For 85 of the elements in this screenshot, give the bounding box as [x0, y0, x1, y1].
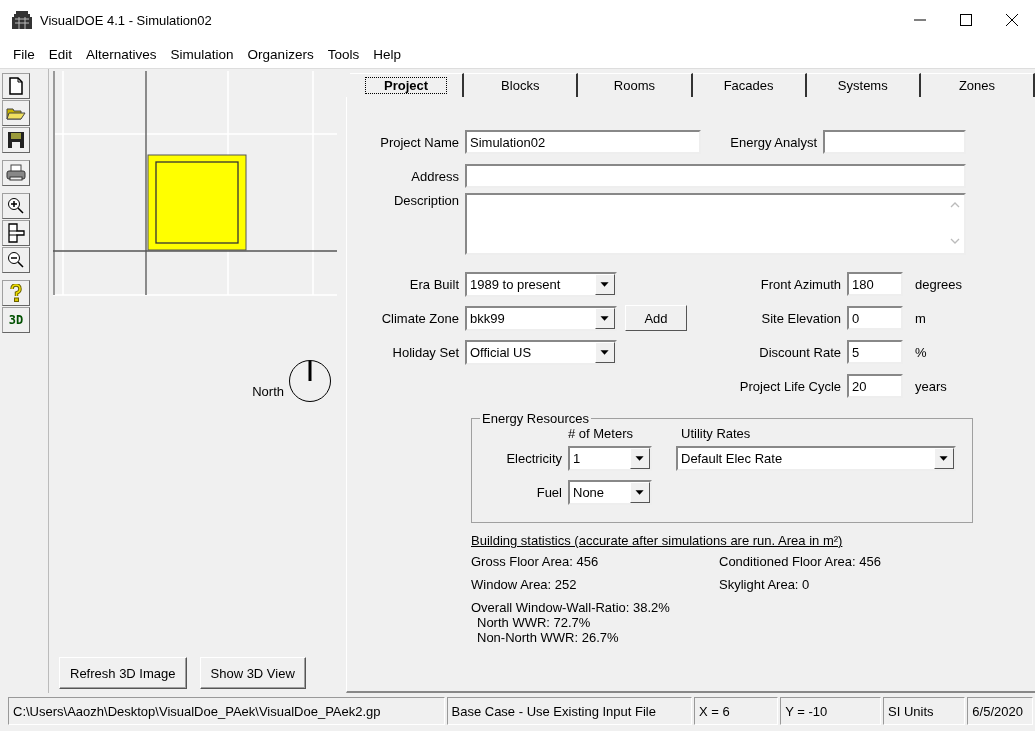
field-label: Energy Analyst [729, 134, 818, 150]
field-label: Fuel [535, 484, 563, 500]
toolbar-button[interactable] [2, 220, 30, 246]
meters-dropdown[interactable]: None [568, 479, 652, 505]
field-label: Climate Zone [380, 310, 460, 326]
toolbar-button[interactable] [2, 193, 30, 219]
status-cell: SI Units [883, 697, 966, 725]
statistic-text: North WWR: 72.7% [476, 615, 592, 630]
field-label: Site Elevation [760, 310, 842, 326]
status-cell: Y = -10 [780, 697, 882, 725]
utility-rate-dropdown[interactable]: Default Elec Rate [676, 445, 956, 471]
field-label: Electricity [505, 450, 563, 466]
project-name-field[interactable]: Simulation02 [465, 130, 701, 154]
menu-item[interactable]: Edit [41, 46, 80, 62]
tab[interactable]: Blocks [464, 73, 579, 97]
field-label: Holiday Set [391, 344, 460, 360]
number-field[interactable]: 180 [847, 272, 903, 296]
field-label: Era Built [408, 276, 460, 292]
scroll-arrows-icon [950, 201, 960, 245]
status-cell: 6/5/2020 [967, 697, 1033, 725]
unit-label: m [914, 310, 926, 326]
block-shape-icon [7, 223, 25, 243]
statistics-heading: Building statistics (accurate after simulations are run. Area in m²) [471, 533, 844, 548]
unit-label: years [914, 378, 947, 394]
compass-icon [288, 359, 332, 403]
building-icon [12, 11, 32, 29]
field-label: Description [392, 193, 460, 208]
tab[interactable]: Facades [692, 73, 807, 97]
statistic-text: Skylight Area: 0 [719, 577, 811, 592]
menu-item[interactable]: Tools [320, 46, 367, 62]
new-page-icon [8, 77, 24, 95]
unit-label: degrees [914, 276, 962, 292]
printer-icon [6, 164, 26, 182]
field-label: Project Name [379, 134, 460, 150]
menu-item[interactable]: Simulation [163, 46, 241, 62]
status-cell: Base Case - Use Existing Input File [446, 697, 692, 725]
field-label: Project Life Cycle [738, 378, 842, 394]
view-button[interactable]: Show 3D View [199, 657, 306, 689]
field-label: Address [410, 168, 460, 184]
tab[interactable]: Rooms [578, 73, 693, 97]
column-heading: Utility Rates [681, 426, 752, 441]
maximize-icon [960, 14, 972, 26]
3d-button[interactable]: 3D [2, 307, 30, 333]
statistic-text: Conditioned Floor Area: 456 [719, 554, 882, 569]
menu-item[interactable]: Help [366, 46, 408, 62]
dropdown-field[interactable]: Official US [465, 339, 617, 365]
description-field[interactable] [465, 193, 966, 255]
question-mark-icon [10, 284, 22, 302]
toolbar-button[interactable] [2, 127, 30, 153]
statistic-text: Gross Floor Area: 456 [471, 554, 600, 569]
statistic-text: Window Area: 252 [471, 577, 578, 592]
statistic-text: Non-North WWR: 26.7% [476, 630, 620, 645]
menu-item[interactable]: Organizers [240, 46, 321, 62]
number-field[interactable]: 5 [847, 340, 903, 364]
close-icon [1006, 14, 1018, 26]
meters-dropdown[interactable]: 1 [568, 445, 652, 471]
unit-label: % [914, 344, 927, 360]
toolbar-button[interactable] [2, 247, 30, 273]
zoom-out-icon [7, 251, 25, 269]
add-button[interactable]: Add [625, 305, 687, 331]
dropdown-field[interactable]: bkk99 [465, 305, 617, 331]
energy-analyst-field[interactable] [823, 130, 966, 154]
field-label: Front Azimuth [759, 276, 842, 292]
column-heading: # of Meters [568, 426, 635, 441]
number-field[interactable]: 20 [847, 374, 903, 398]
toolbar-button[interactable] [2, 73, 30, 99]
field-label: Discount Rate [758, 344, 842, 360]
folder-icon [6, 105, 26, 121]
number-field[interactable]: 0 [847, 306, 903, 330]
tab[interactable]: Systems [806, 73, 921, 97]
toolbar-button[interactable] [2, 160, 30, 186]
window-title: VisualDOE 4.1 - Simulation02 [40, 12, 213, 28]
status-cell: C:\Users\Aaozh\Desktop\VisualDoe_PAek\VisualDoe_PAek2.gp [8, 697, 445, 725]
minimize-icon [914, 19, 926, 21]
north-label: North [252, 384, 284, 401]
group-title: Energy Resources [481, 411, 590, 426]
status-cell: X = 6 [694, 697, 779, 725]
view-button[interactable]: Refresh 3D Image [59, 657, 187, 689]
address-field[interactable] [465, 164, 966, 188]
dropdown-field[interactable]: 1989 to present [465, 271, 617, 297]
tab[interactable]: Zones [920, 73, 1035, 97]
zoom-in-icon [7, 197, 25, 215]
menu-item[interactable]: File [6, 46, 42, 62]
statistic-text: Overall Window-Wall-Ratio: 38.2% [471, 600, 671, 615]
menu-item[interactable]: Alternatives [79, 46, 164, 62]
